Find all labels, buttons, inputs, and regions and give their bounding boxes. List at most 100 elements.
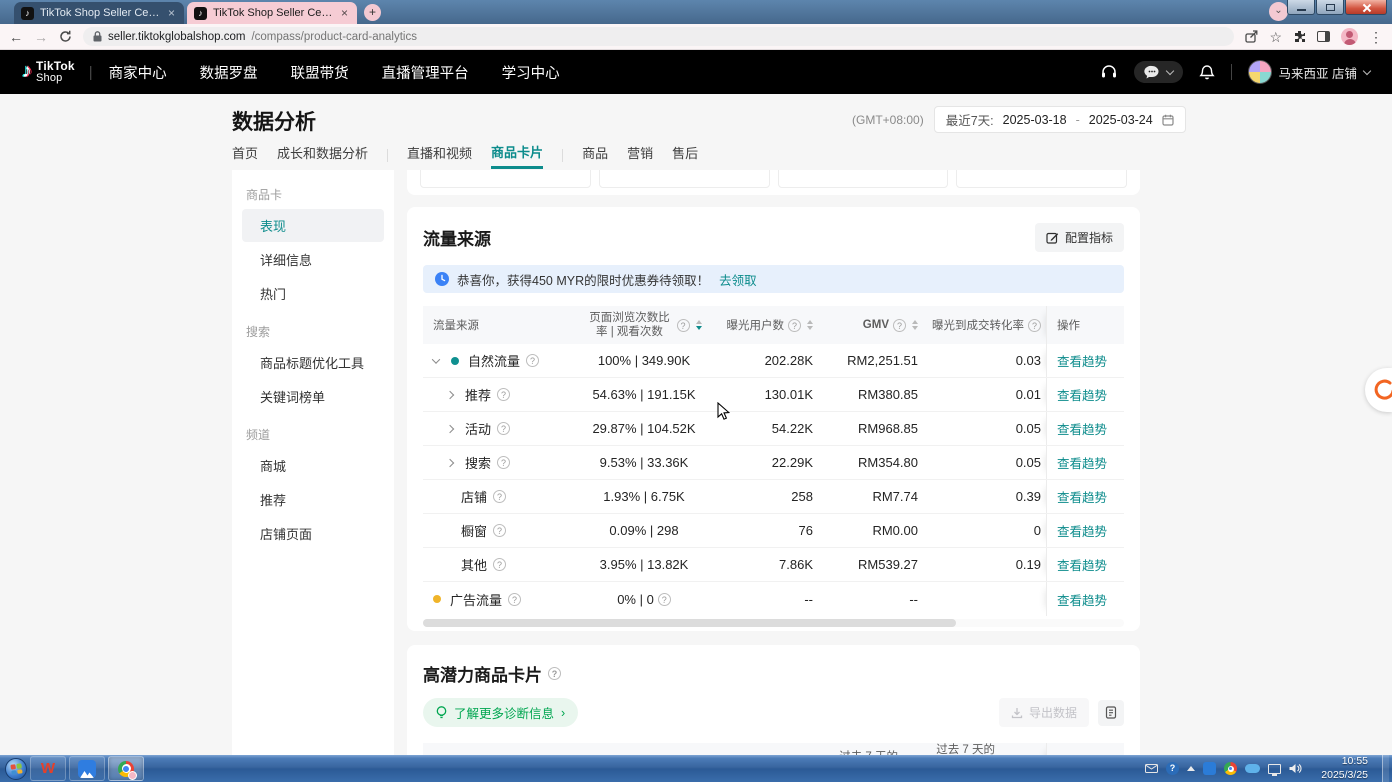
sidebar-item[interactable]: 关键词榜单 (242, 380, 384, 413)
topnav-item[interactable]: 联盟带货 (291, 62, 349, 83)
tray-expand-icon[interactable] (1187, 766, 1195, 771)
help-icon[interactable]: ? (677, 319, 690, 332)
show-desktop-button[interactable] (1382, 755, 1389, 781)
claim-coupon-link[interactable]: 去领取 (719, 270, 757, 289)
help-icon[interactable]: ? (658, 593, 671, 606)
topnav-item[interactable]: 商家中心 (109, 62, 167, 83)
browser-tab-1[interactable]: ♪ TikTok Shop Seller Center | Cre × (14, 2, 184, 24)
volume-icon[interactable] (1289, 763, 1302, 774)
taskbar-clock[interactable]: 10:55 2025/3/25 (1310, 755, 1368, 781)
maximize-button[interactable] (1316, 0, 1344, 15)
scrollbar-thumb[interactable] (423, 619, 956, 627)
sidebar-item[interactable]: 表现 (242, 209, 384, 242)
messages-pill[interactable] (1134, 61, 1183, 83)
back-icon[interactable]: ← (9, 30, 23, 44)
help-icon[interactable]: ? (548, 667, 561, 680)
horizontal-scrollbar[interactable] (423, 619, 1124, 627)
help-icon[interactable]: ? (788, 319, 801, 332)
help-icon[interactable]: ? (508, 593, 521, 606)
view-trend-link[interactable]: 查看趋势 (1057, 385, 1107, 404)
column-ratio[interactable]: 页面浏览次数比率 | 观看次数 ? (585, 311, 703, 340)
tray-cloud-icon[interactable] (1245, 764, 1260, 773)
sidebar-item[interactable]: 热门 (242, 277, 384, 310)
taskbar-wps-button[interactable]: W (30, 756, 66, 781)
browser-menu-dots-icon[interactable]: ⋮ (1369, 30, 1383, 44)
help-icon[interactable]: ? (893, 319, 906, 332)
diagnosis-link-pill[interactable]: 了解更多诊断信息 › (423, 698, 578, 727)
page-tab[interactable]: 商品 (582, 143, 608, 167)
sort-icon[interactable] (696, 320, 702, 330)
reload-icon[interactable] (59, 30, 72, 43)
page-tab[interactable]: 商品卡片 (491, 142, 543, 169)
taskbar-chrome-button[interactable] (108, 756, 144, 781)
sidebar-item[interactable]: 店铺页面 (242, 517, 384, 550)
bookmark-star-icon[interactable]: ☆ (1269, 30, 1282, 44)
page-tab[interactable]: 营销 (627, 143, 653, 167)
help-icon[interactable]: ? (493, 558, 506, 571)
tray-envelope-icon[interactable] (1145, 764, 1158, 773)
browser-tab-2-active[interactable]: ♪ TikTok Shop Seller Center | Cre × (187, 2, 357, 24)
sidebar-item[interactable]: 详细信息 (242, 243, 384, 276)
new-tab-button[interactable]: + (364, 4, 381, 21)
tray-help-icon[interactable]: ? (1166, 762, 1179, 775)
help-icon[interactable]: ? (497, 388, 510, 401)
browser-profile-avatar[interactable] (1341, 28, 1358, 45)
help-icon[interactable]: ? (497, 456, 510, 469)
expand-caret-icon[interactable] (432, 355, 440, 363)
view-trend-link[interactable]: 查看趋势 (1057, 453, 1107, 472)
view-trend-link[interactable]: 查看趋势 (1057, 555, 1107, 574)
minimize-button[interactable] (1287, 0, 1315, 15)
topnav-item[interactable]: 数据罗盘 (200, 62, 258, 83)
headset-icon[interactable] (1100, 63, 1118, 81)
view-trend-link[interactable]: 查看趋势 (1057, 351, 1107, 370)
notifications-bell-icon[interactable] (1199, 64, 1215, 81)
view-trend-link[interactable]: 查看趋势 (1057, 521, 1107, 540)
metric-card (420, 170, 591, 188)
help-icon[interactable]: ? (493, 524, 506, 537)
expand-caret-icon[interactable] (446, 424, 454, 432)
store-switcher[interactable]: 马来西亚 店铺 (1248, 60, 1370, 84)
sidebar-item[interactable]: 推荐 (242, 483, 384, 516)
page-tab[interactable]: 直播和视频 (407, 143, 472, 167)
expand-caret-icon[interactable] (446, 458, 454, 466)
page-tab[interactable]: 售后 (672, 143, 698, 167)
expand-caret-icon[interactable] (446, 390, 454, 398)
export-data-button[interactable]: 导出数据 (999, 698, 1089, 727)
close-button[interactable] (1345, 0, 1387, 15)
column-cvr[interactable]: 曝光到成交转化率 ? (918, 317, 1046, 333)
sidebar-item[interactable]: 商品标题优化工具 (242, 346, 384, 379)
report-list-button[interactable] (1098, 700, 1124, 726)
tab-close-icon[interactable]: × (339, 6, 350, 20)
sidebar-item[interactable]: 商城 (242, 449, 384, 482)
page-tab[interactable]: 首页 (232, 143, 258, 167)
page-tab[interactable]: 成长和数据分析 (277, 143, 368, 167)
network-icon[interactable] (1268, 764, 1281, 774)
start-button[interactable] (5, 758, 27, 780)
help-icon[interactable]: ? (493, 490, 506, 503)
share-icon[interactable] (1245, 30, 1258, 43)
column-users[interactable]: 曝光用户数 ? (703, 317, 813, 333)
tray-chrome-icon[interactable] (1224, 762, 1237, 775)
help-icon[interactable]: ? (497, 422, 510, 435)
help-icon[interactable]: ? (1028, 319, 1041, 332)
logo-word-1: TikTok (36, 60, 75, 73)
forward-icon[interactable]: → (34, 30, 48, 44)
help-icon[interactable]: ? (526, 354, 539, 367)
tiktok-shop-logo[interactable]: ♪ TikTok Shop (22, 60, 75, 84)
date-range-picker[interactable]: 最近7天: 2025-03-18 - 2025-03-24 (934, 106, 1186, 133)
topnav-item[interactable]: 学习中心 (502, 62, 560, 83)
extensions-puzzle-icon[interactable] (1293, 30, 1306, 43)
floating-helper-widget[interactable] (1365, 368, 1392, 412)
view-trend-link[interactable]: 查看趋势 (1057, 487, 1107, 506)
view-trend-link[interactable]: 查看趋势 (1057, 590, 1107, 609)
column-gmv[interactable]: GMV ? (813, 319, 918, 332)
address-bar[interactable]: seller.tiktokglobalshop.com/compass/prod… (83, 27, 1234, 46)
side-panel-icon[interactable] (1317, 31, 1330, 42)
taskbar-app-button[interactable] (69, 756, 105, 781)
topnav-item[interactable]: 直播管理平台 (382, 62, 469, 83)
tray-app-icon[interactable] (1203, 762, 1216, 775)
tab-close-icon[interactable]: × (166, 6, 177, 20)
configure-metrics-button[interactable]: 配置指标 (1035, 223, 1124, 252)
tab-search-chevron-icon[interactable]: ⌄ (1269, 2, 1288, 21)
view-trend-link[interactable]: 查看趋势 (1057, 419, 1107, 438)
